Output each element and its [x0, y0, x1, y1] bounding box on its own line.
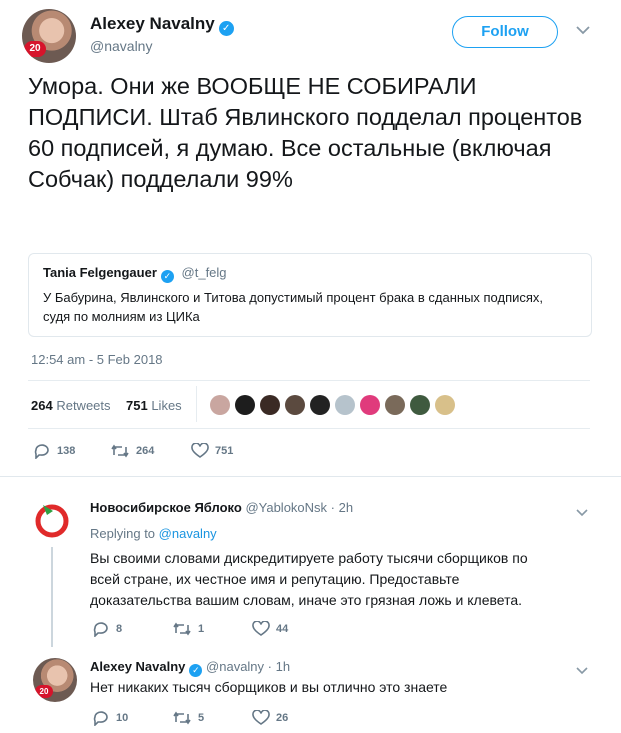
replying-to-label: Replying to — [90, 526, 156, 541]
retweet-count: 264 — [136, 445, 155, 457]
reply-2-author-name[interactable]: Alexey Navalny — [90, 659, 185, 674]
verified-icon: ✓ — [218, 21, 234, 36]
quoted-author: Tania Felgengauer ✓ @t_felg — [43, 265, 227, 283]
like-action[interactable]: 751 — [191, 443, 233, 459]
reply-2-time[interactable]: 1h — [276, 659, 290, 674]
follow-button[interactable]: Follow — [452, 16, 558, 48]
heart-icon — [191, 443, 209, 458]
retweet-icon — [111, 444, 129, 458]
reply-1-retweet-action[interactable]: 1 — [172, 621, 204, 637]
reply-1-like-action[interactable]: 44 — [252, 621, 288, 637]
quoted-author-name: Tania Felgengauer — [43, 265, 157, 280]
retweets-label: Retweets — [56, 398, 111, 413]
liker-avatar[interactable] — [260, 395, 280, 415]
retweets-stat[interactable]: 264 Retweets — [31, 398, 111, 413]
reply-count: 10 — [116, 712, 129, 724]
tweet-text: Умора. Они же ВООБЩЕ НЕ СОБИРАЛИ ПОДПИСИ… — [28, 73, 583, 192]
likes-label: Likes — [151, 398, 182, 413]
likers-avatars[interactable] — [210, 395, 460, 415]
author-avatar[interactable]: 20 — [22, 9, 76, 63]
retweet-count: 5 — [198, 712, 205, 724]
quoted-text: У Бабурина, Явлинского и Титова допустим… — [43, 290, 544, 324]
divider — [0, 476, 621, 477]
reply-count: 8 — [116, 623, 123, 635]
liker-avatar[interactable] — [410, 395, 430, 415]
reply-1-time[interactable]: 2h — [339, 500, 353, 515]
thread-line — [51, 547, 53, 647]
tweet-timestamp[interactable]: 12:54 am - 5 Feb 2018 — [31, 352, 163, 367]
retweets-count: 264 — [31, 398, 53, 413]
replying-to: Replying to @navalny — [90, 526, 217, 541]
yabloko-logo-icon — [35, 504, 69, 538]
retweet-icon — [173, 622, 191, 636]
reply-icon — [93, 622, 108, 637]
liker-avatar[interactable] — [360, 395, 380, 415]
like-count: 26 — [276, 712, 289, 724]
reply-2-reply-action[interactable]: 10 — [92, 710, 128, 726]
reply-2-avatar[interactable]: 20 — [33, 658, 77, 702]
replying-to-handle[interactable]: @navalny — [159, 526, 217, 541]
liker-avatar[interactable] — [310, 395, 330, 415]
liker-avatar[interactable] — [435, 395, 455, 415]
quoted-author-handle: @t_felg — [181, 265, 227, 280]
avatar-badge: 20 — [24, 41, 46, 57]
likes-stat[interactable]: 751 Likes — [126, 398, 182, 413]
divider — [28, 380, 590, 381]
liker-avatar[interactable] — [285, 395, 305, 415]
reply-2-header: Alexey Navalny ✓ @navalny · 1h — [90, 659, 290, 677]
reply-2-author-handle[interactable]: @navalny — [206, 659, 264, 674]
author-name[interactable]: Alexey Navalny ✓ — [90, 14, 234, 36]
reply-icon — [93, 711, 108, 726]
reply-1-dot: · — [330, 500, 336, 515]
reply-1-text: Вы своими словами дискредитируете работу… — [90, 550, 528, 608]
verified-icon: ✓ — [189, 664, 203, 677]
stats-separator — [196, 386, 197, 422]
retweet-action[interactable]: 264 — [110, 443, 154, 459]
heart-icon — [252, 710, 270, 725]
divider — [28, 428, 590, 429]
reply-avatar-yabloko[interactable] — [33, 501, 71, 539]
retweet-count: 1 — [198, 623, 205, 635]
chevron-down-icon[interactable] — [576, 22, 590, 39]
liker-avatar[interactable] — [335, 395, 355, 415]
like-count: 751 — [215, 445, 234, 457]
reply-2-retweet-action[interactable]: 5 — [172, 710, 204, 726]
chevron-down-icon[interactable] — [576, 504, 588, 521]
reply-2-text: Нет никаких тысяч сборщиков и вы отлично… — [90, 679, 448, 695]
chevron-down-icon[interactable] — [576, 662, 588, 679]
liker-avatar[interactable] — [385, 395, 405, 415]
retweet-icon — [173, 711, 191, 725]
reply-action[interactable]: 138 — [33, 443, 75, 459]
reply-count: 138 — [57, 445, 76, 457]
reply-1-author-handle[interactable]: @YablokoNsk — [245, 500, 327, 515]
avatar-badge: 20 — [35, 685, 53, 698]
reply-1-author-name[interactable]: Новосибирское Яблоко — [90, 500, 242, 515]
reply-2-dot: · — [267, 659, 273, 674]
reply-2-like-action[interactable]: 26 — [252, 710, 288, 726]
liker-avatar[interactable] — [210, 395, 230, 415]
author-handle[interactable]: @navalny — [90, 38, 152, 54]
author-name-text: Alexey Navalny — [90, 14, 215, 33]
quoted-tweet[interactable]: Tania Felgengauer ✓ @t_felg У Бабурина, Я… — [28, 253, 592, 337]
liker-avatar[interactable] — [235, 395, 255, 415]
likes-count: 751 — [126, 398, 148, 413]
reply-1-header: Новосибирское Яблоко @YablokoNsk · 2h — [90, 500, 353, 515]
reply-icon — [34, 444, 49, 459]
like-count: 44 — [276, 623, 289, 635]
verified-icon: ✓ — [160, 270, 174, 283]
heart-icon — [252, 621, 270, 636]
reply-1-reply-action[interactable]: 8 — [92, 621, 122, 637]
